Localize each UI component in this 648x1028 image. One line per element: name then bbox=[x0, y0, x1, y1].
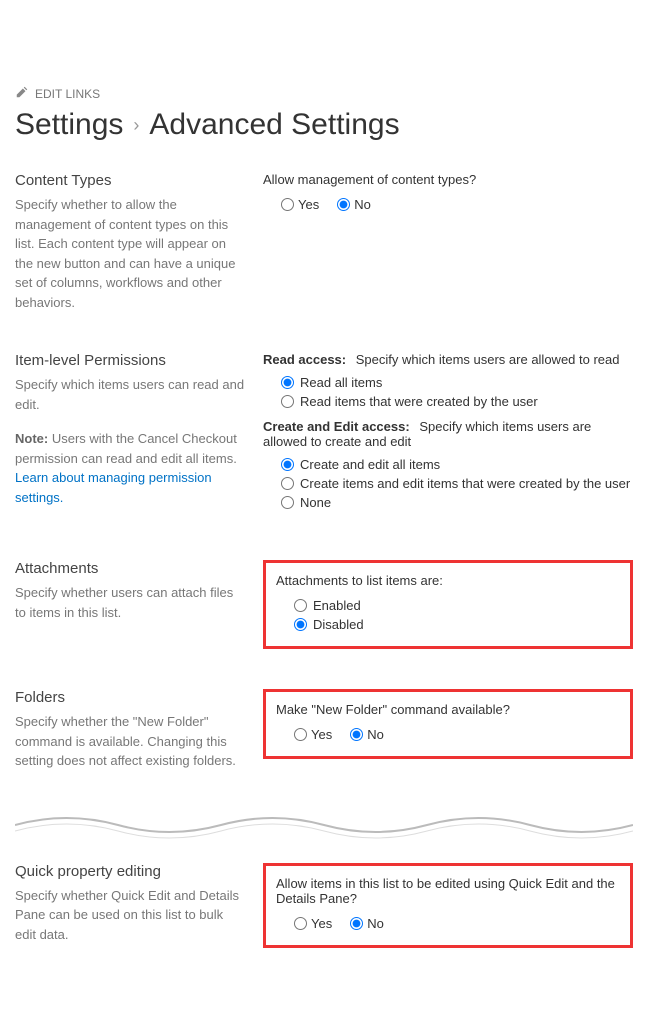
content-types-no[interactable]: No bbox=[337, 197, 371, 212]
breadcrumb: Settings › Advanced Settings bbox=[15, 108, 633, 142]
wave-divider-icon bbox=[15, 811, 633, 839]
attachments-title: Attachments bbox=[15, 560, 245, 577]
radio-input[interactable] bbox=[281, 477, 294, 490]
quick-edit-question: Allow items in this list to be edited us… bbox=[276, 876, 616, 906]
section-quick-edit: Quick property editing Specify whether Q… bbox=[15, 863, 633, 948]
item-level-desc-1: Specify which items users can read and e… bbox=[15, 375, 245, 414]
quick-edit-no[interactable]: No bbox=[350, 916, 384, 931]
quick-edit-highlight: Allow items in this list to be edited us… bbox=[263, 863, 633, 948]
folders-desc: Specify whether the "New Folder" command… bbox=[15, 712, 245, 771]
section-attachments: Attachments Specify whether users can at… bbox=[15, 560, 633, 649]
quick-edit-title: Quick property editing bbox=[15, 863, 245, 880]
radio-input[interactable] bbox=[350, 917, 363, 930]
folders-highlight: Make "New Folder" command available? Yes… bbox=[263, 689, 633, 759]
learn-about-permissions-link[interactable]: Learn about managing permission settings… bbox=[15, 470, 212, 505]
read-all-items[interactable]: Read all items bbox=[281, 375, 633, 390]
attachments-disabled[interactable]: Disabled bbox=[294, 617, 616, 632]
content-types-desc: Specify whether to allow the management … bbox=[15, 195, 245, 312]
create-edit-own[interactable]: Create items and edit items that were cr… bbox=[281, 476, 633, 491]
item-level-title: Item-level Permissions bbox=[15, 352, 245, 369]
attachments-question: Attachments to list items are: bbox=[276, 573, 616, 588]
radio-input[interactable] bbox=[294, 728, 307, 741]
breadcrumb-settings[interactable]: Settings bbox=[15, 108, 123, 142]
section-content-types: Content Types Specify whether to allow t… bbox=[15, 172, 633, 312]
folders-no[interactable]: No bbox=[350, 727, 384, 742]
section-folders: Folders Specify whether the "New Folder"… bbox=[15, 689, 633, 771]
attachments-highlight: Attachments to list items are: Enabled D… bbox=[263, 560, 633, 649]
create-edit-none[interactable]: None bbox=[281, 495, 633, 510]
section-item-level: Item-level Permissions Specify which ite… bbox=[15, 352, 633, 520]
attachments-enabled[interactable]: Enabled bbox=[294, 598, 616, 613]
radio-input[interactable] bbox=[337, 198, 350, 211]
attachments-desc: Specify whether users can attach files t… bbox=[15, 583, 245, 622]
create-edit-heading: Create and Edit access: bbox=[263, 419, 410, 434]
edit-links-label: EDIT LINKS bbox=[35, 87, 100, 101]
chevron-right-icon: › bbox=[133, 115, 139, 136]
content-types-title: Content Types bbox=[15, 172, 245, 189]
read-access-heading: Read access: bbox=[263, 352, 346, 367]
radio-input[interactable] bbox=[281, 376, 294, 389]
pencil-icon bbox=[15, 85, 29, 102]
quick-edit-yes[interactable]: Yes bbox=[294, 916, 332, 931]
folders-yes[interactable]: Yes bbox=[294, 727, 332, 742]
folders-title: Folders bbox=[15, 689, 245, 706]
content-types-question: Allow management of content types? bbox=[263, 172, 633, 187]
read-own-items[interactable]: Read items that were created by the user bbox=[281, 394, 633, 409]
radio-input[interactable] bbox=[294, 599, 307, 612]
radio-input[interactable] bbox=[294, 917, 307, 930]
quick-edit-desc: Specify whether Quick Edit and Details P… bbox=[15, 886, 245, 945]
edit-links[interactable]: EDIT LINKS bbox=[15, 85, 633, 102]
folders-question: Make "New Folder" command available? bbox=[276, 702, 616, 717]
breadcrumb-advanced-settings: Advanced Settings bbox=[149, 108, 399, 142]
radio-input[interactable] bbox=[294, 618, 307, 631]
radio-input[interactable] bbox=[281, 458, 294, 471]
radio-input[interactable] bbox=[281, 496, 294, 509]
item-level-note: Note: Users with the Cancel Checkout per… bbox=[15, 429, 245, 507]
radio-input[interactable] bbox=[281, 395, 294, 408]
content-types-yes[interactable]: Yes bbox=[281, 197, 319, 212]
radio-input[interactable] bbox=[350, 728, 363, 741]
create-edit-all[interactable]: Create and edit all items bbox=[281, 457, 633, 472]
radio-input[interactable] bbox=[281, 198, 294, 211]
